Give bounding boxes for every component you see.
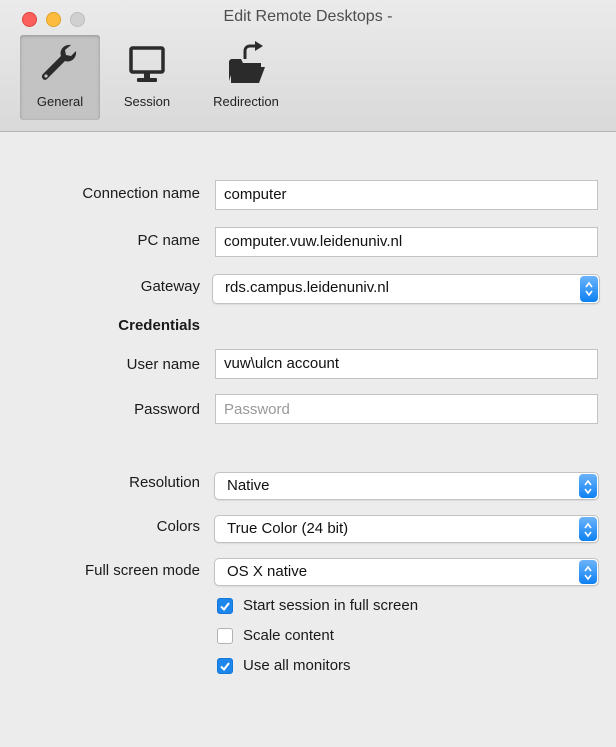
toolbar: Edit Remote Desktops - General Session R… [0, 0, 616, 132]
user-name-field[interactable]: vuw\ulcn account [215, 349, 598, 379]
pc-name-label: PC name [137, 232, 200, 249]
resolution-select[interactable]: Native [214, 472, 599, 500]
colors-value: True Color (24 bit) [227, 520, 349, 537]
full-screen-mode-select[interactable]: OS X native [214, 558, 599, 586]
resolution-label: Resolution [129, 474, 200, 491]
start-session-full-screen-label[interactable]: Start session in full screen [243, 597, 418, 614]
folder-redirect-icon [198, 41, 294, 90]
tab-redirection[interactable]: Redirection [198, 35, 294, 120]
tab-session[interactable]: Session [112, 35, 182, 120]
gateway-value: rds.campus.leidenuniv.nl [225, 279, 389, 296]
resolution-value: Native [227, 477, 270, 494]
connection-name-label: Connection name [82, 185, 200, 202]
connection-name-field[interactable]: computer [215, 180, 598, 210]
user-name-value: vuw\ulcn account [224, 355, 340, 372]
password-input[interactable] [224, 395, 589, 423]
window-title: Edit Remote Desktops - [223, 8, 393, 25]
resolution-stepper-icon[interactable] [579, 474, 597, 498]
pc-name-field[interactable]: computer.vuw.leidenuniv.nl [215, 227, 598, 257]
start-session-full-screen-checkbox[interactable] [217, 598, 233, 614]
pc-name-value: computer.vuw.leidenuniv.nl [224, 233, 403, 250]
wrench-icon [20, 41, 100, 90]
use-all-monitors-checkbox[interactable] [217, 658, 233, 674]
scale-content-checkbox[interactable] [217, 628, 233, 644]
credentials-heading: Credentials [118, 317, 200, 334]
connection-name-value: computer [224, 186, 287, 203]
colors-label: Colors [156, 518, 200, 535]
tab-session-label: Session [123, 94, 171, 109]
tab-general[interactable]: General [20, 35, 100, 120]
monitor-icon [112, 41, 182, 90]
tab-general-label: General [36, 94, 84, 109]
password-field[interactable] [215, 394, 598, 424]
gateway-label: Gateway [140, 278, 200, 295]
full-screen-mode-label: Full screen mode [84, 562, 200, 579]
edit-remote-desktops-window: Edit Remote Desktops - General Session R… [0, 0, 616, 747]
use-all-monitors-label[interactable]: Use all monitors [243, 657, 351, 674]
user-name-label: User name [126, 356, 200, 373]
scale-content-label[interactable]: Scale content [243, 627, 334, 644]
gateway-select[interactable]: rds.campus.leidenuniv.nl [212, 274, 600, 304]
tab-redirection-label: Redirection [213, 94, 279, 109]
gateway-stepper-icon[interactable] [580, 276, 598, 302]
colors-stepper-icon[interactable] [579, 517, 597, 541]
full-screen-mode-stepper-icon[interactable] [579, 560, 597, 584]
password-label: Password [134, 401, 200, 418]
colors-select[interactable]: True Color (24 bit) [214, 515, 599, 543]
full-screen-mode-value: OS X native [227, 563, 308, 580]
